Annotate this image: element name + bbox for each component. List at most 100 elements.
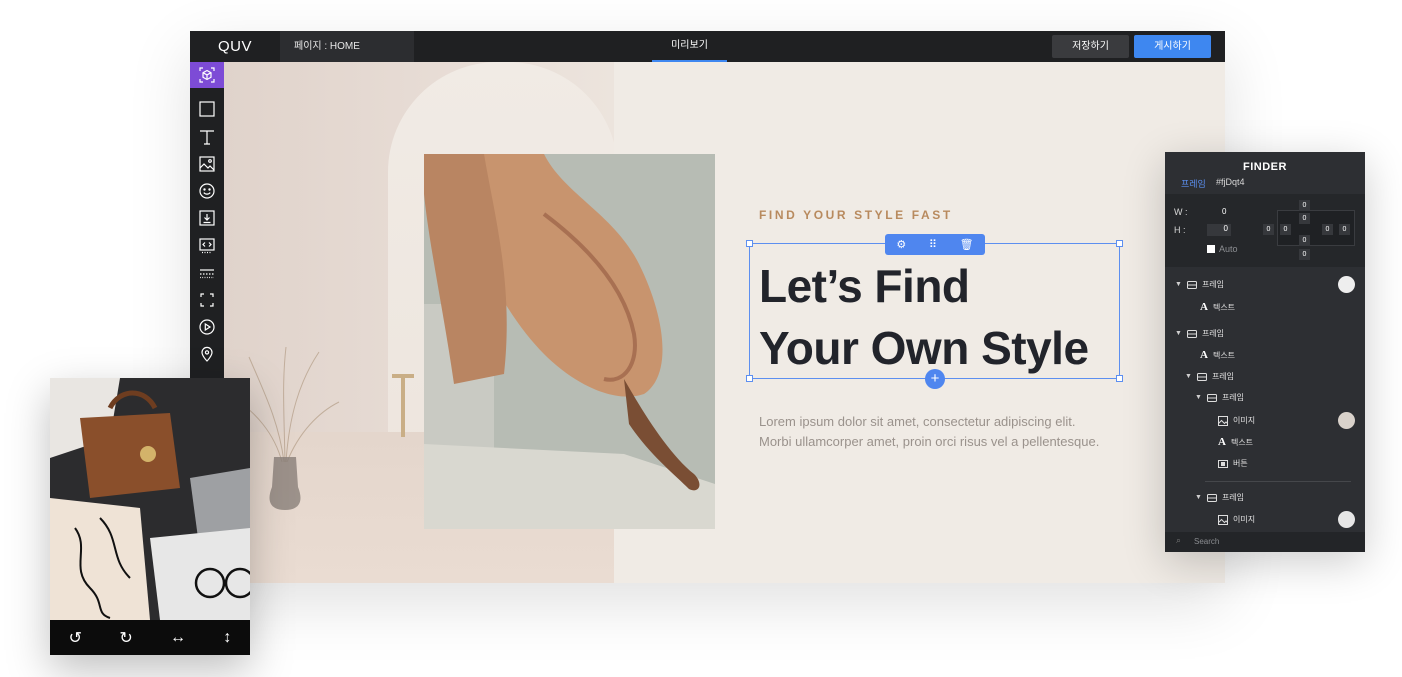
publish-button[interactable]: 게시하기 — [1134, 35, 1211, 58]
text-icon — [200, 130, 214, 145]
tree-item-frame[interactable]: ▼ 프레임 — [1195, 492, 1244, 503]
drag-handle-icon[interactable]: ⠿ — [929, 238, 937, 251]
text-type-icon: A — [1200, 349, 1208, 361]
tree-label: 프레임 — [1201, 329, 1225, 338]
margin-left[interactable]: 0 — [1263, 224, 1274, 235]
editable-image[interactable] — [50, 378, 250, 620]
tree-label: 버튼 — [1233, 459, 1248, 468]
frame-icon — [1186, 280, 1197, 289]
trash-icon[interactable]: 🗑︎ — [960, 238, 974, 251]
hero-kicker: FIND YOUR STYLE FAST — [759, 208, 953, 222]
image-type-icon — [1218, 415, 1228, 426]
tree-thumbnail — [1338, 412, 1355, 429]
tab-preview[interactable]: 미리보기 — [652, 31, 727, 62]
padding-left[interactable]: 0 — [1280, 224, 1291, 235]
page-selector[interactable]: 페이지 : HOME — [280, 31, 414, 62]
video-tool[interactable] — [190, 314, 224, 340]
download-icon — [199, 210, 215, 226]
margin-right[interactable]: 0 — [1339, 224, 1350, 235]
fullscreen-tool[interactable] — [190, 287, 224, 313]
caret-down-icon: ▼ — [1175, 281, 1182, 288]
tree-label: 이미지 — [1233, 515, 1256, 524]
caret-down-icon: ▼ — [1195, 494, 1202, 501]
selection-toolbar: ⚙ ⠿ 🗑︎ — [885, 234, 985, 255]
height-input[interactable]: 0 — [1207, 224, 1231, 236]
finder-element-id: #fjDqt4 — [1216, 177, 1245, 187]
tree-item-frame[interactable]: ▼ 프레임 — [1195, 392, 1244, 403]
tree-label: 프레임 — [1201, 280, 1225, 289]
padding-right[interactable]: 0 — [1322, 224, 1333, 235]
finder-tab-frame[interactable]: 프레임 — [1181, 177, 1206, 190]
image-editor-card: ↺ ↻ ↔ ↕ — [50, 378, 250, 655]
add-element-button[interactable]: + — [925, 369, 945, 389]
divider-tool[interactable] — [190, 260, 224, 286]
resize-handle-top-left[interactable] — [746, 240, 753, 247]
finder-search[interactable]: ⌕ Search — [1165, 532, 1365, 552]
caret-down-icon: ▼ — [1195, 394, 1202, 401]
tree-item-frame[interactable]: ▼ 프레임 — [1175, 279, 1224, 290]
body-line-2: Morbi ullamcorper amet, proin orci risus… — [759, 434, 1100, 449]
location-icon — [201, 346, 213, 362]
resize-handle-bottom-right[interactable] — [1116, 375, 1123, 382]
padding-top[interactable]: 0 — [1299, 213, 1310, 224]
flip-vertical-icon[interactable]: ↕ — [223, 629, 231, 647]
finder-title: FINDER — [1243, 161, 1287, 173]
hero-photo[interactable] — [424, 154, 715, 529]
flatlay-photo — [50, 378, 250, 620]
top-bar: QUV 페이지 : HOME 미리보기 저장하기 게시하기 — [190, 31, 1225, 62]
frame-icon — [1186, 329, 1197, 338]
tree-label: 텍스트 — [1230, 437, 1254, 447]
map-tool[interactable] — [190, 341, 224, 367]
left-toolbar — [190, 62, 224, 392]
rectangle-tool[interactable] — [190, 96, 224, 122]
hero-body-text: Lorem ipsum dolor sit amet, consectetur … — [759, 412, 1139, 452]
tree-label: 프레임 — [1221, 493, 1245, 502]
settings-icon[interactable]: ⚙ — [896, 238, 906, 251]
frame-icon — [1206, 393, 1217, 402]
square-icon — [199, 101, 215, 117]
resize-handle-top-right[interactable] — [1116, 240, 1123, 247]
frame-icon — [1206, 493, 1217, 502]
tree-item-text[interactable]: A 텍스트 — [1200, 301, 1235, 313]
rotate-left-icon[interactable]: ↺ — [69, 628, 82, 648]
margin-top[interactable]: 0 — [1299, 200, 1310, 211]
width-input[interactable]: 0 — [1222, 207, 1226, 216]
resize-handle-bottom-left[interactable] — [746, 375, 753, 382]
caret-down-icon: ▼ — [1175, 330, 1182, 337]
selection-box[interactable] — [746, 240, 1123, 382]
width-label: W : — [1174, 207, 1188, 217]
divider-icon — [200, 269, 214, 279]
text-type-icon: A — [1218, 436, 1226, 448]
emoji-icon — [199, 183, 215, 199]
emoji-tool[interactable] — [190, 178, 224, 204]
rotate-right-icon[interactable]: ↻ — [119, 628, 132, 648]
image-tool[interactable] — [190, 151, 224, 177]
component-tool[interactable] — [190, 62, 224, 88]
code-tool[interactable] — [190, 232, 224, 258]
save-button[interactable]: 저장하기 — [1052, 35, 1129, 58]
search-input[interactable]: Search — [1194, 537, 1219, 546]
component-icon — [199, 67, 215, 83]
app-logo: QUV — [218, 38, 253, 55]
tree-item-button[interactable]: 버튼 — [1218, 458, 1248, 469]
play-icon — [199, 319, 215, 335]
tree-item-image[interactable]: 이미지 — [1218, 514, 1255, 525]
auto-checkbox[interactable] — [1207, 245, 1215, 253]
image-icon — [199, 156, 215, 172]
flip-horizontal-icon[interactable]: ↔ — [170, 629, 186, 647]
tree-item-text[interactable]: A 텍스트 — [1200, 349, 1235, 361]
image-editor-toolbar: ↺ ↻ ↔ ↕ — [50, 620, 250, 655]
auto-label: Auto — [1219, 244, 1238, 254]
text-tool[interactable] — [190, 124, 224, 150]
height-label: H : — [1174, 225, 1186, 235]
tree-item-frame[interactable]: ▼ 프레임 — [1175, 328, 1224, 339]
code-icon — [199, 238, 215, 254]
tree-item-text[interactable]: A 텍스트 — [1218, 436, 1253, 448]
tree-item-frame[interactable]: ▼ 프레임 — [1185, 371, 1234, 382]
margin-bottom[interactable]: 0 — [1299, 249, 1310, 260]
finder-panel: FINDER 프레임 #fjDqt4 W : 0 H : 0 Auto 0 0 … — [1165, 152, 1365, 552]
frame-icon — [1196, 372, 1207, 381]
padding-bottom[interactable]: 0 — [1299, 235, 1310, 246]
tree-item-image[interactable]: 이미지 — [1218, 415, 1255, 426]
download-tool[interactable] — [190, 205, 224, 231]
